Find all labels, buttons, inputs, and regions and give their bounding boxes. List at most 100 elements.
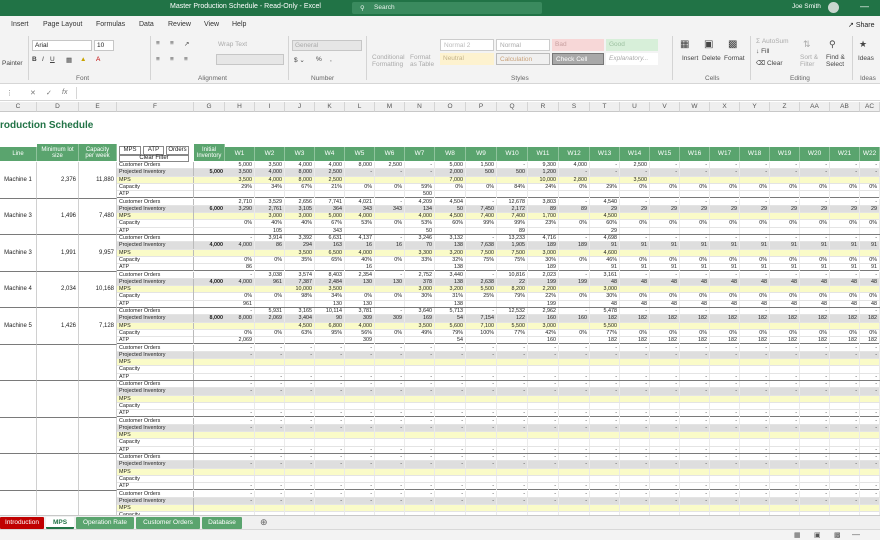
- grid-cell[interactable]: [740, 475, 770, 483]
- grid-cell[interactable]: [650, 475, 680, 483]
- currency-icon[interactable]: $ ⌄: [294, 56, 305, 64]
- grid-cell[interactable]: 3,803: [528, 198, 559, 206]
- grid-cell[interactable]: [710, 191, 740, 198]
- grid-cell[interactable]: -: [255, 410, 285, 417]
- autosum-button[interactable]: Σ AutoSum: [756, 38, 789, 45]
- grid-cell[interactable]: 54: [435, 337, 466, 344]
- function-icon[interactable]: fx: [62, 89, 67, 96]
- grid-cell[interactable]: [528, 191, 559, 198]
- grid-cell[interactable]: [860, 505, 880, 512]
- grid-cell[interactable]: [405, 402, 435, 410]
- grid-cell[interactable]: -: [559, 235, 590, 242]
- grid-cell[interactable]: 53%: [405, 220, 435, 228]
- grid-cell[interactable]: 3,640: [405, 308, 435, 315]
- initial-inventory-value[interactable]: [194, 235, 225, 242]
- grid-cell[interactable]: 182: [740, 315, 770, 323]
- grid-cell[interactable]: [620, 475, 650, 483]
- initial-inventory-value[interactable]: [194, 454, 225, 461]
- grid-cell[interactable]: -: [650, 344, 680, 352]
- column-header[interactable]: C: [0, 102, 37, 112]
- grid-cell[interactable]: -: [620, 410, 650, 417]
- grid-cell[interactable]: 2,069: [225, 337, 255, 344]
- grid-cell[interactable]: 5,000: [315, 213, 345, 220]
- grid-cell[interactable]: -: [650, 497, 680, 505]
- grid-cell[interactable]: 29: [620, 205, 650, 213]
- grid-cell[interactable]: 3,161: [590, 271, 620, 279]
- grid-cell[interactable]: 2,962: [528, 308, 559, 315]
- grid-cell[interactable]: 79%: [497, 293, 528, 301]
- grid-cell[interactable]: [375, 402, 405, 410]
- grid-cell[interactable]: -: [225, 446, 255, 454]
- grid-cell[interactable]: [225, 249, 255, 257]
- grid-cell[interactable]: 5,000: [435, 162, 466, 169]
- column-header[interactable]: AB: [830, 102, 860, 112]
- grid-cell[interactable]: -: [345, 373, 375, 381]
- normal-view-icon[interactable]: ▦: [794, 531, 801, 539]
- grid-cell[interactable]: [620, 439, 650, 447]
- grid-cell[interactable]: [770, 402, 800, 410]
- grid-cell[interactable]: -: [497, 446, 528, 454]
- sheet-tab[interactable]: Customer Orders: [136, 517, 200, 529]
- grid-cell[interactable]: -: [559, 490, 590, 498]
- delete-cells-button[interactable]: Delete: [702, 55, 721, 62]
- grid-cell[interactable]: -: [466, 454, 497, 461]
- grid-cell[interactable]: 961: [255, 278, 285, 286]
- grid-cell[interactable]: -: [225, 308, 255, 315]
- search-box[interactable]: ⚲ Search: [352, 2, 542, 14]
- grid-cell[interactable]: [255, 432, 285, 439]
- grid-cell[interactable]: -: [315, 388, 345, 396]
- grid-cell[interactable]: [315, 337, 345, 344]
- grid-cell[interactable]: -: [680, 410, 710, 417]
- grid-cell[interactable]: -: [559, 381, 590, 388]
- grid-cell[interactable]: -: [800, 490, 830, 498]
- grid-cell[interactable]: 67%: [315, 220, 345, 228]
- orders-filter-button[interactable]: Orders: [166, 146, 189, 155]
- grid-cell[interactable]: 48: [800, 300, 830, 308]
- grid-cell[interactable]: [497, 439, 528, 447]
- grid-cell[interactable]: -: [680, 235, 710, 242]
- grid-cell[interactable]: [435, 191, 466, 198]
- grid-cell[interactable]: 3,132: [435, 235, 466, 242]
- grid-cell[interactable]: 7,400: [497, 213, 528, 220]
- grid-cell[interactable]: -: [255, 483, 285, 490]
- grid-cell[interactable]: 8,000: [345, 162, 375, 169]
- grid-cell[interactable]: 10,816: [497, 271, 528, 279]
- grid-cell[interactable]: 2,023: [528, 271, 559, 279]
- grid-cell[interactable]: [466, 337, 497, 344]
- grid-cell[interactable]: 91: [770, 264, 800, 271]
- grid-cell[interactable]: 0%: [800, 183, 830, 191]
- grid-cell[interactable]: -: [680, 483, 710, 490]
- grid-cell[interactable]: -: [375, 344, 405, 352]
- grid-cell[interactable]: -: [435, 344, 466, 352]
- grid-cell[interactable]: -: [620, 424, 650, 432]
- grid-cell[interactable]: [345, 176, 375, 184]
- grid-cell[interactable]: -: [860, 483, 880, 490]
- grid-cell[interactable]: 0%: [740, 293, 770, 301]
- grid-cell[interactable]: [285, 505, 315, 512]
- grid-cell[interactable]: -: [770, 454, 800, 461]
- grid-cell[interactable]: [528, 505, 559, 512]
- grid-cell[interactable]: 199: [528, 300, 559, 308]
- grid-cell[interactable]: 22%: [528, 293, 559, 301]
- grid-cell[interactable]: 3,200: [435, 249, 466, 257]
- grid-cell[interactable]: -: [315, 417, 345, 425]
- grid-cell[interactable]: -: [710, 483, 740, 490]
- grid-cell[interactable]: [620, 402, 650, 410]
- grid-cell[interactable]: -: [740, 381, 770, 388]
- grid-cell[interactable]: 3,500: [225, 176, 255, 184]
- grid-cell[interactable]: 31%: [435, 293, 466, 301]
- page-layout-view-icon[interactable]: ▣: [814, 531, 821, 539]
- grid-cell[interactable]: -: [680, 381, 710, 388]
- grid-cell[interactable]: -: [375, 446, 405, 454]
- grid-cell[interactable]: 29: [680, 205, 710, 213]
- grid-cell[interactable]: -: [405, 497, 435, 505]
- grid-cell[interactable]: 2,354: [345, 271, 375, 279]
- grid-cell[interactable]: [710, 286, 740, 293]
- page-break-view-icon[interactable]: ▩: [834, 531, 841, 539]
- grid-cell[interactable]: -: [710, 410, 740, 417]
- grid-cell[interactable]: -: [800, 388, 830, 396]
- grid-cell[interactable]: 0%: [255, 256, 285, 264]
- grid-cell[interactable]: [466, 191, 497, 198]
- grid-cell[interactable]: [590, 176, 620, 184]
- initial-inventory-value[interactable]: 5,000: [194, 169, 225, 176]
